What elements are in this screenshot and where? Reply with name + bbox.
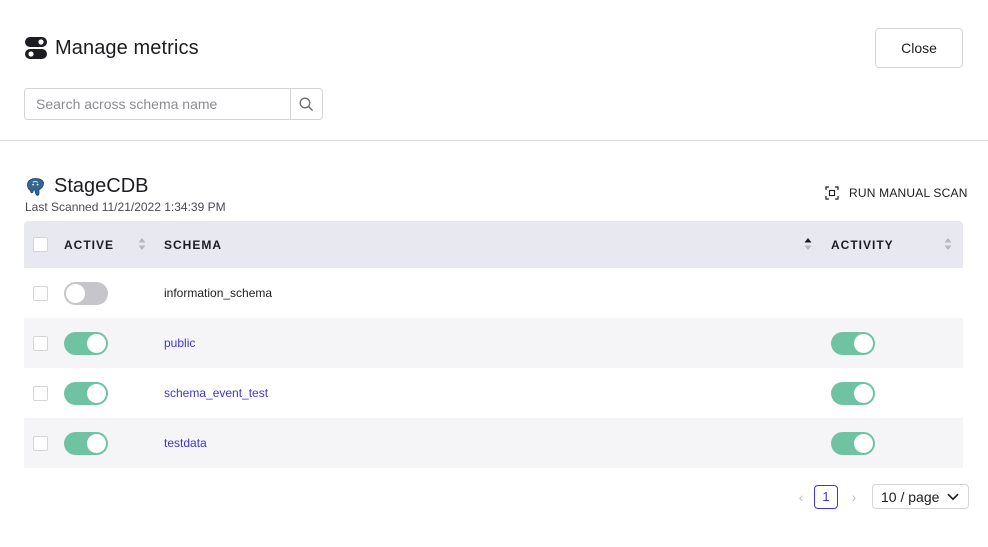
table-row: schema_event_test xyxy=(24,368,963,418)
sort-icon[interactable] xyxy=(138,237,146,251)
pagination: ‹ 1 › 10 / page xyxy=(794,484,969,509)
sort-ascending-icon[interactable] xyxy=(804,237,812,251)
database-name: StageCDB xyxy=(54,175,149,197)
schema-name: information_schema xyxy=(164,286,273,300)
database-header: StageCDB Last Scanned 11/21/2022 1:34:39… xyxy=(25,175,226,214)
last-scanned-text: Last Scanned 11/21/2022 1:34:39 PM xyxy=(25,200,226,214)
activity-toggle[interactable] xyxy=(831,381,875,405)
column-header-activity[interactable]: ACTIVITY xyxy=(831,238,894,252)
page-size-value: 10 / page xyxy=(881,488,940,505)
search-box xyxy=(24,88,323,120)
dialog-header: Manage metrics xyxy=(25,36,199,60)
table-row: information_schema xyxy=(24,268,963,318)
toggle-icon xyxy=(25,37,47,59)
schema-link[interactable]: schema_event_test xyxy=(164,386,268,400)
search-icon xyxy=(299,97,314,111)
active-toggle[interactable] xyxy=(64,331,108,355)
active-toggle[interactable] xyxy=(64,431,108,455)
page-1-button[interactable]: 1 xyxy=(814,484,838,509)
select-all-checkbox[interactable] xyxy=(33,237,48,252)
prev-page-icon[interactable]: ‹ xyxy=(794,489,808,505)
activity-toggle[interactable] xyxy=(831,431,875,455)
row-checkbox[interactable] xyxy=(33,385,48,401)
divider xyxy=(0,140,988,141)
next-page-icon[interactable]: › xyxy=(847,489,861,505)
row-checkbox[interactable] xyxy=(33,335,48,351)
page-size-select[interactable]: 10 / page xyxy=(872,484,969,509)
close-button[interactable]: Close xyxy=(875,28,963,68)
table-header: ACTIVE SCHEMA ACTIVITY xyxy=(24,221,963,268)
schema-link[interactable]: testdata xyxy=(164,436,207,450)
run-manual-scan-label: RUN MANUAL SCAN xyxy=(849,186,968,200)
page-title: Manage metrics xyxy=(55,36,199,59)
schema-table: ACTIVE SCHEMA ACTIVITY information_schem… xyxy=(24,221,963,468)
table-row: testdata xyxy=(24,418,963,468)
scan-icon xyxy=(825,186,839,200)
postgresql-icon xyxy=(27,177,44,196)
row-checkbox[interactable] xyxy=(33,285,48,301)
search-button[interactable] xyxy=(290,89,322,119)
run-manual-scan-button[interactable]: RUN MANUAL SCAN xyxy=(825,186,968,200)
active-toggle[interactable] xyxy=(64,281,108,305)
activity-toggle[interactable] xyxy=(831,331,875,355)
search-input[interactable] xyxy=(25,89,290,119)
sort-icon[interactable] xyxy=(944,237,952,251)
row-checkbox[interactable] xyxy=(33,435,48,451)
column-header-schema[interactable]: SCHEMA xyxy=(164,238,222,252)
column-header-active[interactable]: ACTIVE xyxy=(64,238,114,252)
schema-link[interactable]: public xyxy=(164,336,195,350)
active-toggle[interactable] xyxy=(64,381,108,405)
table-row: public xyxy=(24,318,963,368)
chevron-down-icon xyxy=(947,493,959,500)
